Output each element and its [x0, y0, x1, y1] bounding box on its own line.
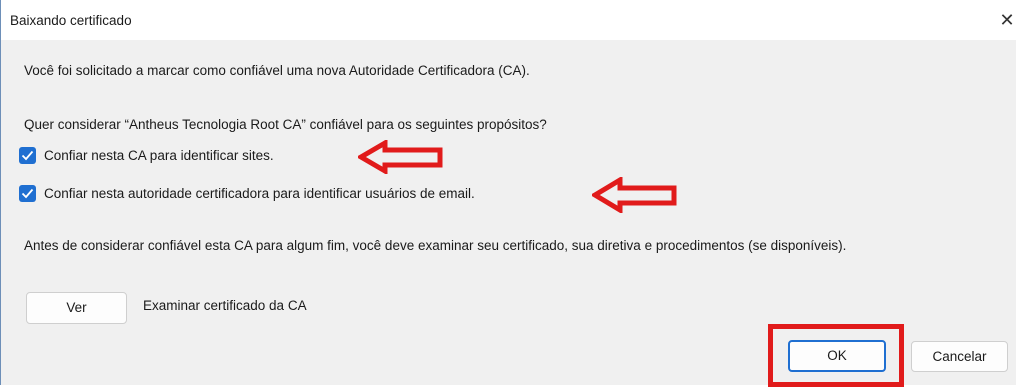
- trust-email-checkbox[interactable]: [19, 185, 36, 202]
- notice-text: Antes de considerar confiável esta CA pa…: [24, 238, 847, 253]
- trust-email-label[interactable]: Confiar nesta autoridade certificadora p…: [44, 186, 475, 201]
- intro-text: Você foi solicitado a marcar como confiá…: [24, 63, 530, 78]
- question-text: Quer considerar “Antheus Tecnologia Root…: [24, 117, 547, 132]
- arrow-icon: [358, 140, 443, 174]
- title-bar[interactable]: Baixando certificado ✕: [1, 0, 1016, 40]
- trust-sites-checkbox[interactable]: [19, 147, 36, 164]
- highlight-box: [768, 324, 904, 387]
- dialog-title: Baixando certificado: [10, 13, 132, 28]
- close-icon[interactable]: ✕: [994, 8, 1016, 32]
- view-certificate-button[interactable]: Ver: [26, 292, 127, 324]
- checkmark-icon: [21, 150, 34, 161]
- certificate-download-dialog: Baixando certificado ✕ Você foi solicita…: [0, 0, 1016, 387]
- view-certificate-description: Examinar certificado da CA: [143, 298, 307, 313]
- checkmark-icon: [21, 188, 34, 199]
- arrow-icon: [592, 177, 677, 213]
- cancel-button[interactable]: Cancelar: [911, 341, 1008, 372]
- trust-sites-label[interactable]: Confiar nesta CA para identificar sites.: [44, 148, 274, 163]
